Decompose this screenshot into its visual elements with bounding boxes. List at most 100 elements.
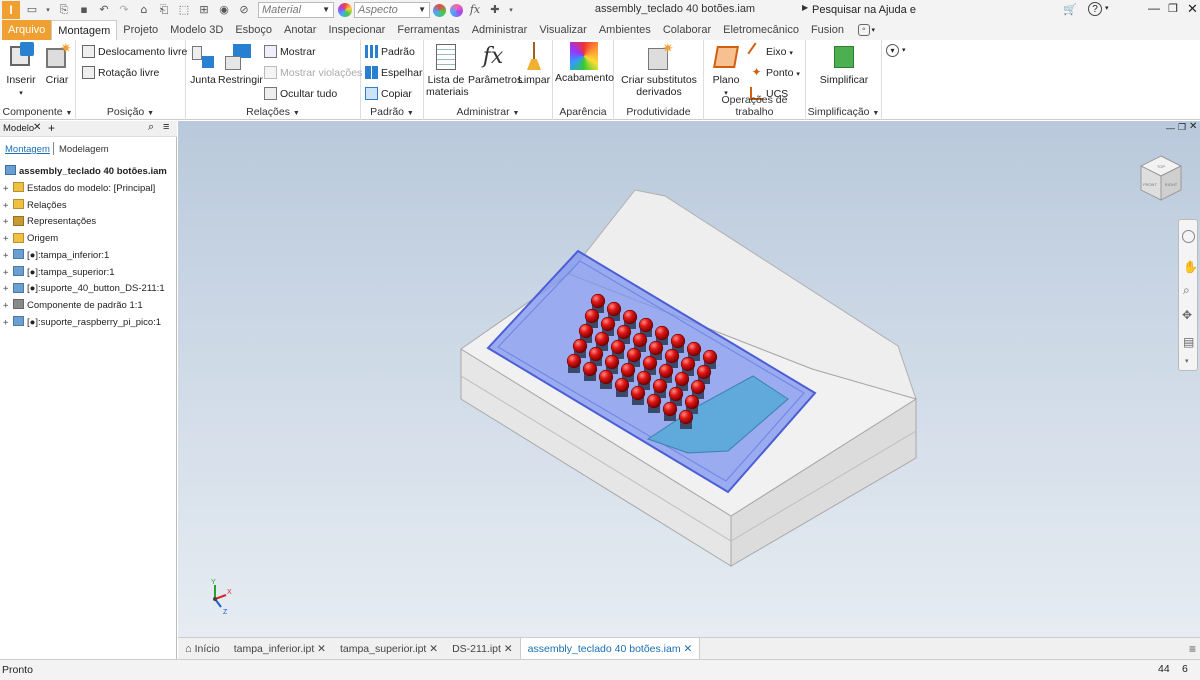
tree-item[interactable]: + Origem <box>3 231 58 247</box>
undo-icon[interactable]: ↶ <box>96 2 112 18</box>
tab-inspecionar[interactable]: Inspecionar <box>322 20 391 40</box>
material-combo[interactable]: Material ▼ <box>258 2 334 18</box>
doc-tab-tampa-inferior[interactable]: tampa_inferior.ipt ✕ <box>227 638 333 660</box>
tree-item[interactable]: + [●]:tampa_inferior:1 <box>3 248 109 264</box>
close-icon[interactable]: ✕ <box>1187 1 1198 17</box>
appearance-combo[interactable]: Aspecto ▼ <box>354 2 430 18</box>
eixo-button[interactable]: Eixo ▾ <box>747 42 793 61</box>
clear-appearance-icon[interactable] <box>450 3 463 17</box>
tree-root[interactable]: assembly_teclado 40 botões.iam <box>3 164 167 180</box>
select-icon[interactable]: ⬚ <box>176 2 192 18</box>
redo-icon[interactable]: ↷ <box>116 2 132 18</box>
open-folder-icon[interactable]: ⎘ <box>56 2 72 18</box>
expand-icon[interactable]: + <box>3 265 11 281</box>
model-canvas[interactable] <box>178 121 1200 637</box>
padrao-button[interactable]: Padrão <box>365 44 415 60</box>
tab-administrar[interactable]: Administrar <box>466 20 534 40</box>
doc-tab-assembly[interactable]: assembly_teclado 40 botões.iam ✕ <box>519 637 701 660</box>
new-file-icon[interactable]: ▭ <box>24 2 40 18</box>
home-icon[interactable]: ⌂ <box>136 2 152 18</box>
steering-wheel-icon[interactable] <box>1182 230 1195 243</box>
expand-icon[interactable]: + <box>3 198 11 214</box>
zoom-icon[interactable]: ⌕ <box>1183 283 1190 298</box>
browser-tab-montagem[interactable]: Montagem <box>5 144 50 155</box>
dropdown-arrow-icon[interactable]: ▾ <box>902 46 906 54</box>
dropdown-arrow-icon[interactable]: ▾ <box>872 26 876 34</box>
mostrar-button[interactable]: Mostrar <box>264 44 316 60</box>
plus-icon[interactable]: ✚ <box>487 2 503 18</box>
deslocamento-livre-button[interactable]: Deslocamento livre <box>82 44 187 60</box>
ponto-button[interactable]: ✦ Ponto ▾ <box>750 65 799 81</box>
expand-icon[interactable]: + <box>3 214 11 230</box>
panel-label-administrar[interactable]: Administrar ▼ <box>424 106 552 118</box>
junta-button[interactable]: Junta <box>188 42 218 86</box>
plano-button[interactable]: Plano ▾ <box>706 42 746 100</box>
copiar-button[interactable]: Copiar <box>365 86 412 102</box>
ocultar-tudo-button[interactable]: Ocultar tudo <box>264 86 337 102</box>
pan-icon[interactable]: ✋ <box>1183 260 1198 274</box>
update-icon[interactable]: ◉ <box>216 2 232 18</box>
expand-icon[interactable]: + <box>3 281 11 297</box>
panel-label-simplificacao[interactable]: Simplificação ▼ <box>806 106 881 118</box>
tab-ferramentas[interactable]: Ferramentas <box>391 20 465 40</box>
simplificar-button[interactable]: Simplificar <box>808 42 880 86</box>
cart-icon[interactable]: 🛒 <box>1062 2 1078 18</box>
look-at-icon[interactable]: ▤ <box>1183 335 1194 349</box>
tree-item[interactable]: + [●]:suporte_raspberry_pi_pico:1 <box>3 315 161 331</box>
criar-substitutos-button[interactable]: ✷ Criar substitutos derivados <box>616 41 702 98</box>
panel-label-componente[interactable]: Componente ▼ <box>0 106 75 118</box>
adjust-appearance-icon[interactable] <box>433 3 446 17</box>
help-search-input[interactable]: Pesquisar na Ajuda e comandos. <box>812 2 962 32</box>
orbit-icon[interactable]: ✥ <box>1182 308 1192 322</box>
espelhar-button[interactable]: Espelhar <box>365 65 422 81</box>
tree-item[interactable]: + Representações <box>3 214 96 230</box>
close-icon[interactable]: ✕ <box>504 643 513 655</box>
measure-icon[interactable]: ⊞ <box>196 2 212 18</box>
criar-button[interactable]: ✷ Criar <box>42 41 72 86</box>
view-cube[interactable]: TOP FRONT RIGHT <box>1139 154 1183 202</box>
tab-visualizar[interactable]: Visualizar <box>533 20 593 40</box>
search-icon[interactable]: ⌕ <box>148 121 154 134</box>
return-icon[interactable]: ⎗ <box>156 2 172 18</box>
graphics-viewport[interactable]: — ❐ ✕ TOP FRONT RIGHT ✋ ⌕ ✥ ▤ ▾ Y X Z <box>178 121 1200 637</box>
dropdown-arrow-icon[interactable]: ▾ <box>507 2 515 18</box>
tab-ambientes[interactable]: Ambientes <box>593 20 657 40</box>
doc-tab-tampa-superior[interactable]: tampa_superior.ipt ✕ <box>333 638 445 660</box>
panel-label-padrao[interactable]: Padrão ▼ <box>361 106 423 118</box>
tab-list-icon[interactable]: ≡ <box>1189 642 1196 656</box>
dropdown-arrow-icon[interactable]: ▾ <box>1105 4 1109 12</box>
tab-eletromecanico[interactable]: Eletromecânico <box>717 20 805 40</box>
expand-icon[interactable]: + <box>3 231 11 247</box>
save-icon[interactable]: ▪ <box>76 2 92 18</box>
cancel-icon[interactable]: ⊘ <box>236 2 252 18</box>
minimize-icon[interactable]: — <box>1148 1 1160 15</box>
tab-modelo-3d[interactable]: Modelo 3D <box>164 20 229 40</box>
expand-icon[interactable]: + <box>3 298 11 314</box>
expand-icon[interactable]: + <box>3 315 11 331</box>
tab-fusion[interactable]: Fusion <box>805 20 850 40</box>
help-icon[interactable]: ? <box>1088 2 1102 16</box>
more-options-icon[interactable]: ▾ <box>886 44 899 57</box>
add-icon[interactable]: + <box>48 121 55 135</box>
chevron-right-icon[interactable]: ▶ <box>802 3 808 12</box>
menu-icon[interactable]: ≡ <box>163 121 169 133</box>
close-icon[interactable]: ✕ <box>33 122 41 133</box>
tree-item[interactable]: + Componente de padrão 1:1 <box>3 298 143 314</box>
expand-icon[interactable]: + <box>3 248 11 264</box>
lista-materiais-button[interactable]: Lista de materiais <box>426 42 469 98</box>
tab-montagem[interactable]: Montagem <box>51 20 118 40</box>
close-icon[interactable]: ✕ <box>317 643 326 655</box>
tree-item[interactable]: + Relações <box>3 198 67 214</box>
inserir-button[interactable]: Inserir ▾ <box>4 42 38 100</box>
tab-arquivo[interactable]: Arquivo <box>2 20 52 40</box>
panel-label-relacoes[interactable]: Relações ▼ <box>186 106 360 118</box>
dropdown-arrow-icon[interactable]: ▾ <box>1185 357 1189 365</box>
rotacao-livre-button[interactable]: Rotação livre <box>82 65 159 81</box>
panel-label-posicao[interactable]: Posição ▼ <box>76 106 185 118</box>
doc-tab-ds-211[interactable]: DS-211.ipt ✕ <box>445 638 520 660</box>
restringir-button[interactable]: Restringir <box>218 42 263 86</box>
tab-colaborar[interactable]: Colaborar <box>657 20 717 40</box>
app-logo[interactable]: I <box>2 1 20 19</box>
restore-icon[interactable]: ❐ <box>1168 2 1178 15</box>
limpar-button[interactable]: Limpar <box>518 42 550 86</box>
